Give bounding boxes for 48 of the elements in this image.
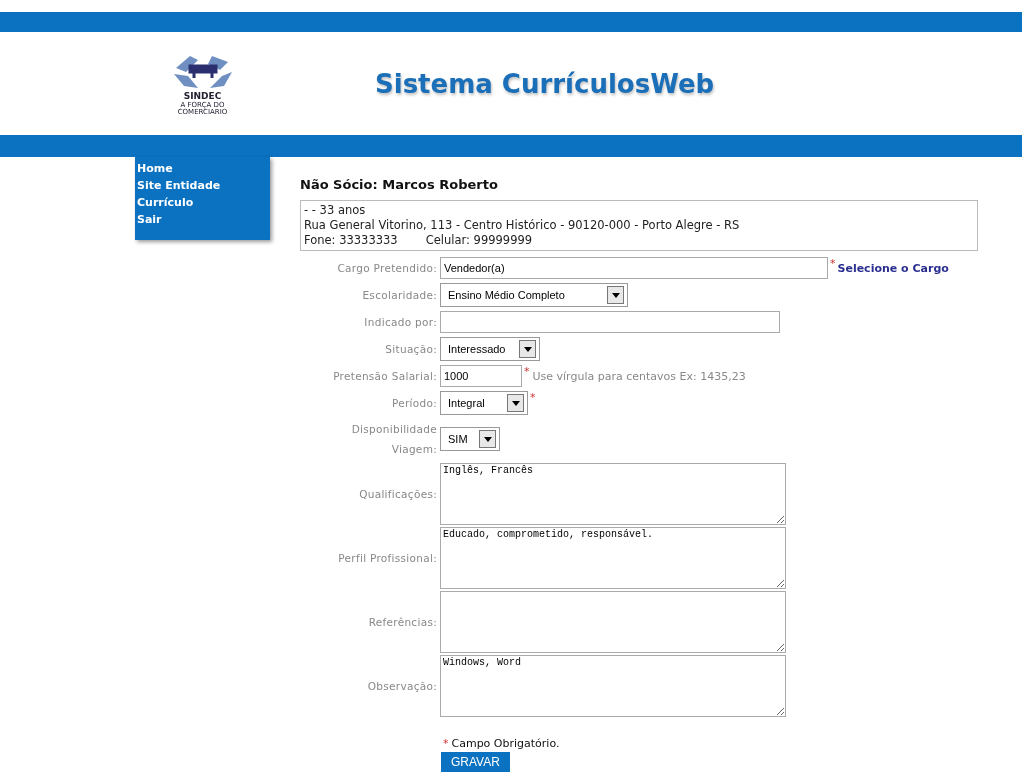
required-asterisk: * xyxy=(530,391,536,404)
field-label: Qualificações: xyxy=(358,487,438,502)
required-note: Campo Obrigatório. xyxy=(451,737,560,750)
caret-icon xyxy=(483,436,492,442)
age-text: - - 33 anos xyxy=(304,203,366,217)
text-area[interactable]: Windows, Word xyxy=(440,655,786,717)
dropdown[interactable]: Integral xyxy=(440,391,528,415)
mobile-text: Celular: 99999999 xyxy=(425,233,533,248)
dropdown-button[interactable] xyxy=(607,286,624,304)
field-label: Período: xyxy=(390,396,438,411)
phone-text: Fone: 33333333 xyxy=(304,233,398,248)
field-label: Pretensão Salarial: xyxy=(332,369,438,384)
text-area[interactable]: Inglês, Francês xyxy=(440,463,786,525)
menu-link[interactable]: Currículo xyxy=(137,194,270,211)
field-label: Disponibilidade Viagem: xyxy=(350,422,438,457)
dropdown-button[interactable] xyxy=(519,340,536,358)
address-text: Rua General Vitorino, 113 - Centro Histórico - 90120-000 - Porto Alegre - RS xyxy=(304,218,740,232)
menu-link[interactable]: Home xyxy=(137,160,270,177)
field-label: Cargo Pretendido: xyxy=(336,261,438,276)
field-label: Referências: xyxy=(367,615,438,630)
field-label: Escolaridade: xyxy=(361,288,438,303)
field-label: Situação: xyxy=(384,342,438,357)
logo-text: SINDEC xyxy=(183,92,222,102)
text-field[interactable]: Vendedor(a) xyxy=(440,257,828,279)
required-asterisk: * xyxy=(830,257,836,270)
field-label: Perfil Profissional: xyxy=(337,551,438,566)
caret-icon xyxy=(611,292,620,298)
field-label: Indicado por: xyxy=(363,315,438,330)
field-label: Observação: xyxy=(366,679,438,694)
required-asterisk: * xyxy=(524,365,530,378)
select-link[interactable]: Selecione o Cargo xyxy=(837,261,949,275)
caret-icon xyxy=(523,346,532,352)
menu-link[interactable]: Site Entidade xyxy=(137,177,270,194)
hint-text: Use vírgula para centavos Ex: 1435,23 xyxy=(532,369,746,383)
text-field[interactable]: 1000 xyxy=(440,365,522,387)
dropdown[interactable]: Interessado xyxy=(440,337,540,361)
dropdown-button[interactable] xyxy=(507,394,524,412)
required-asterisk: * xyxy=(443,737,449,750)
page-heading: Não Sócio: Marcos Roberto xyxy=(300,177,499,192)
menu-link[interactable]: Sair xyxy=(137,211,270,228)
text-area[interactable]: Educado, comprometido, responsável. xyxy=(440,527,786,589)
caret-icon xyxy=(511,400,520,406)
site-title: Sistema CurrículosWeb xyxy=(375,68,715,99)
text-field[interactable] xyxy=(440,311,780,333)
save-button[interactable]: GRAVAR xyxy=(441,752,510,772)
dropdown-button[interactable] xyxy=(479,430,496,448)
dropdown[interactable]: Ensino Médio Completo xyxy=(440,283,628,307)
dropdown[interactable]: SIM xyxy=(440,427,500,451)
